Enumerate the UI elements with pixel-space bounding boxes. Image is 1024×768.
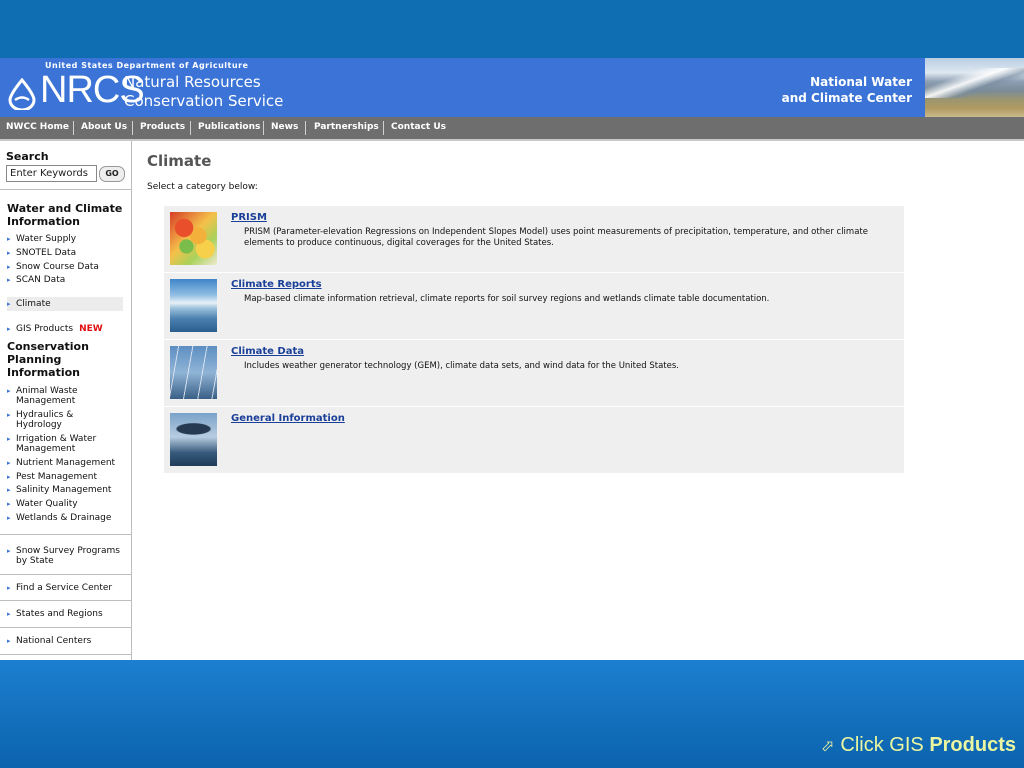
browser-page: United States Department of Agriculture … xyxy=(0,58,1024,660)
sidebar-item-wetlands[interactable]: Wetlands & Drainage xyxy=(7,513,127,523)
sidebar-item-scan-data[interactable]: SCAN Data xyxy=(7,275,127,285)
nav-products[interactable]: Products xyxy=(140,122,185,132)
category-desc: Includes weather generator technology (G… xyxy=(244,361,679,371)
page-subtitle: Select a category below: xyxy=(147,182,258,192)
sidebar-item-states-regions[interactable]: States and Regions xyxy=(7,609,127,619)
sidebar-item-irrigation[interactable]: Irrigation & Water Management xyxy=(7,434,117,454)
divider xyxy=(0,574,131,575)
nav-publications[interactable]: Publications xyxy=(198,122,260,132)
center-name: National Water and Climate Center xyxy=(782,74,912,106)
sidebar-item-water-supply[interactable]: Water Supply xyxy=(7,234,127,244)
agency-logo-name: Natural Resources Conservation Service xyxy=(124,73,283,111)
nav-about-us[interactable]: About Us xyxy=(81,122,127,132)
nav-contact-us[interactable]: Contact Us xyxy=(391,122,446,132)
top-nav: NWCC Home About Us Products Publications… xyxy=(0,117,1024,141)
logo-name-line2: Conservation Service xyxy=(124,92,284,110)
divider xyxy=(0,654,131,655)
center-name-line1: National Water xyxy=(810,75,912,89)
search-go-button[interactable]: GO xyxy=(99,166,125,182)
sidebar-heading-water-climate: Water and Climate Information xyxy=(7,202,123,228)
category-card-prism: PRISM PRISM (Parameter-elevation Regress… xyxy=(164,206,904,272)
sidebar-item-snotel-data[interactable]: SNOTEL Data xyxy=(7,248,127,258)
sidebar-item-find-service-center[interactable]: Find a Service Center xyxy=(7,583,127,593)
category-link-climate-reports[interactable]: Climate Reports xyxy=(231,279,322,290)
category-card-climate-data: Climate Data Includes weather generator … xyxy=(164,340,904,406)
category-card-general-info: General Information xyxy=(164,407,904,473)
tree-thumbnail[interactable] xyxy=(170,413,217,466)
category-link-climate-data[interactable]: Climate Data xyxy=(231,346,304,357)
sidebar-item-national-centers[interactable]: National Centers xyxy=(7,636,127,646)
sidebar-item-gis-products[interactable]: GIS ProductsNEW xyxy=(7,324,127,334)
sidebar-item-pest[interactable]: Pest Management xyxy=(7,472,127,482)
sidebar-heading-conservation-planning: Conservation Planning Information xyxy=(7,340,89,379)
sidebar-item-nutrient[interactable]: Nutrient Management xyxy=(7,458,127,468)
site-header: United States Department of Agriculture … xyxy=(0,58,1024,117)
sidebar-item-snow-course-data[interactable]: Snow Course Data xyxy=(7,262,127,272)
sidebar-item-water-quality[interactable]: Water Quality xyxy=(7,499,127,509)
search-label: Search xyxy=(6,150,49,163)
slide-top-band xyxy=(0,0,1024,58)
sidebar-item-animal-waste[interactable]: Animal Waste Management xyxy=(7,386,117,406)
sidebar-item-salinity[interactable]: Salinity Management xyxy=(7,485,127,495)
slide-caption: ⬀ Click GIS Products xyxy=(821,734,1016,757)
left-sidebar: Search GO Water and Climate Information … xyxy=(0,141,132,660)
divider xyxy=(0,534,131,535)
search-input[interactable] xyxy=(6,165,97,182)
divider xyxy=(0,627,131,628)
category-card-climate-reports: Climate Reports Map-based climate inform… xyxy=(164,273,904,339)
caption-bold: Products xyxy=(929,734,1016,756)
clouds-thumbnail[interactable] xyxy=(170,279,217,332)
nav-nwcc-home[interactable]: NWCC Home xyxy=(6,122,69,132)
category-link-prism[interactable]: PRISM xyxy=(231,212,267,223)
caption-prefix: Click GIS xyxy=(840,734,924,756)
new-badge: NEW xyxy=(79,324,103,334)
sidebar-item-hydraulics[interactable]: Hydraulics & Hydrology xyxy=(7,410,87,430)
sidebar-item-snow-survey-programs[interactable]: Snow Survey Programs by State xyxy=(7,546,129,566)
divider xyxy=(0,600,131,601)
category-desc: PRISM (Parameter-elevation Regressions o… xyxy=(244,227,868,248)
sidebar-item-climate[interactable]: Climate xyxy=(7,297,123,311)
header-landscape-photo xyxy=(925,58,1024,117)
divider xyxy=(0,189,131,190)
logo-name-line1: Natural Resources xyxy=(124,73,261,91)
page-title: Climate xyxy=(147,152,212,170)
category-desc: Map-based climate information retrieval,… xyxy=(244,294,770,304)
nav-news[interactable]: News xyxy=(271,122,298,132)
prism-map-thumbnail[interactable] xyxy=(170,212,217,265)
wind-turbines-thumbnail[interactable] xyxy=(170,346,217,399)
arrow-link-icon: ⬀ xyxy=(821,738,835,755)
nav-partnerships[interactable]: Partnerships xyxy=(314,122,379,132)
water-drop-icon xyxy=(8,78,36,110)
center-name-line2: and Climate Center xyxy=(781,91,912,105)
category-link-general-info[interactable]: General Information xyxy=(231,413,345,424)
